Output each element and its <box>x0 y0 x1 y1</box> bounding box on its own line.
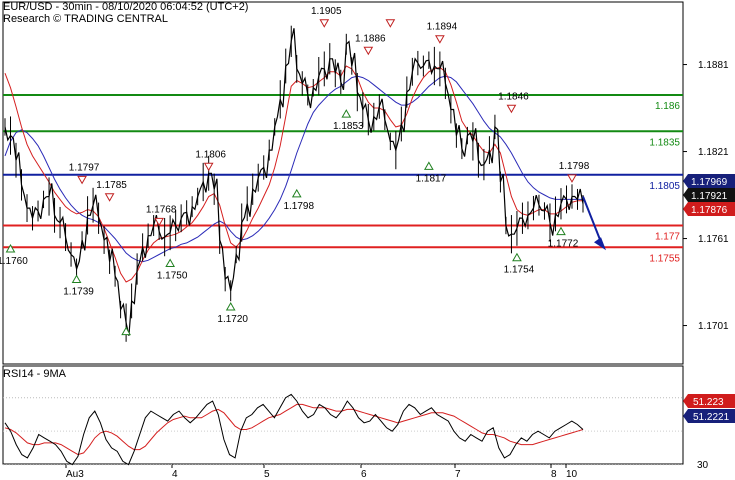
price-chart: 1.1881 1.1821 1.1761 1.1701 Au3 4 5 6 7 8 10 1.186 1… <box>0 1 735 480</box>
swing-high-marker <box>435 35 445 44</box>
price-y-tick-label: 1.1761 <box>698 234 729 245</box>
x-tick-label: 4 <box>172 469 178 480</box>
rsi-value-tag: 51.2221 <box>683 409 735 423</box>
forecast-arrow-head <box>594 237 606 251</box>
price-tag-label: 1.17921 <box>691 191 728 202</box>
swing-low-label: 1.1798 <box>283 201 314 212</box>
swing-low-marker <box>165 258 176 267</box>
swing-high-marker <box>154 217 164 227</box>
swing-high-marker <box>567 174 577 183</box>
x-tick-label: 6 <box>361 469 367 480</box>
rsi-line <box>4 393 584 466</box>
x-tick-label: Au3 <box>66 469 84 480</box>
swing-low-marker <box>71 274 82 283</box>
rsi-value-tag-label: 51.223 <box>693 397 724 408</box>
rsi-panel-frame <box>2 365 684 465</box>
swing-low-label: 1.1772 <box>548 239 579 250</box>
swing-high-marker <box>104 193 115 202</box>
swing-high-marker <box>203 162 214 172</box>
swing-low-marker <box>291 188 302 198</box>
price-y-tick-label: 1.1881 <box>698 60 729 71</box>
swing-high-marker <box>77 175 87 185</box>
level-label: 1.186 <box>655 101 680 112</box>
swing-low-label: 1.1754 <box>504 265 535 276</box>
x-tick-label: 7 <box>455 469 461 480</box>
price-tag: 1.17921 <box>683 188 735 202</box>
swing-high-label: 1.1905 <box>311 6 342 17</box>
swing-high-label: 1.1785 <box>96 180 127 191</box>
price-tag: 1.17876 <box>683 202 735 216</box>
swing-high-label: 1.1886 <box>355 33 386 44</box>
swing-low-label: 1.1750 <box>157 271 188 282</box>
swing-low-label: 1.1720 <box>217 314 248 325</box>
swing-low-label: 1.1817 <box>416 173 447 184</box>
level-label: 1.1835 <box>649 137 680 148</box>
x-tick-label: 8 <box>551 469 557 480</box>
swing-low-label: 1.1853 <box>333 121 364 132</box>
swing-high-marker <box>385 19 396 28</box>
swing-low-marker <box>225 301 236 311</box>
swing-low-label: 1.1760 <box>0 256 28 267</box>
swing-high-label: 1.1768 <box>146 204 177 215</box>
level-label: 1.177 <box>655 232 680 243</box>
x-tick-label: 5 <box>264 469 270 480</box>
price-y-tick-label: 1.1701 <box>698 321 729 332</box>
price-y-tick-label: 1.1821 <box>698 147 729 158</box>
level-label: 1.1805 <box>649 181 680 192</box>
swing-low-marker <box>556 226 566 236</box>
price-tag-label: 1.17969 <box>691 177 728 188</box>
rsi-ma-line <box>4 403 584 456</box>
swing-high-label: 1.1806 <box>195 149 226 160</box>
swing-high-marker <box>506 104 517 114</box>
x-tick-label: 10 <box>566 469 578 480</box>
price-tag-label: 1.17876 <box>691 205 728 216</box>
rsi-value-tag-label: 51.2221 <box>693 412 730 423</box>
price-tag: 1.17969 <box>683 174 735 188</box>
swing-low-marker <box>424 161 434 170</box>
swing-low-marker <box>341 109 352 118</box>
swing-high-label: 1.1846 <box>498 91 529 102</box>
swing-low-marker <box>5 243 16 253</box>
swing-low-label: 1.1739 <box>63 286 94 297</box>
swing-high-label: 1.1798 <box>559 161 590 172</box>
rsi-y-tick-label: 30 <box>697 460 709 471</box>
level-label: 1.1755 <box>649 253 680 264</box>
swing-low-marker <box>512 252 522 262</box>
swing-high-marker <box>319 19 330 28</box>
swing-high-label: 1.1894 <box>427 22 458 33</box>
swing-high-label: 1.1797 <box>69 162 100 173</box>
swing-high-marker <box>363 46 374 56</box>
rsi-value-tag: 51.223 <box>683 394 735 408</box>
